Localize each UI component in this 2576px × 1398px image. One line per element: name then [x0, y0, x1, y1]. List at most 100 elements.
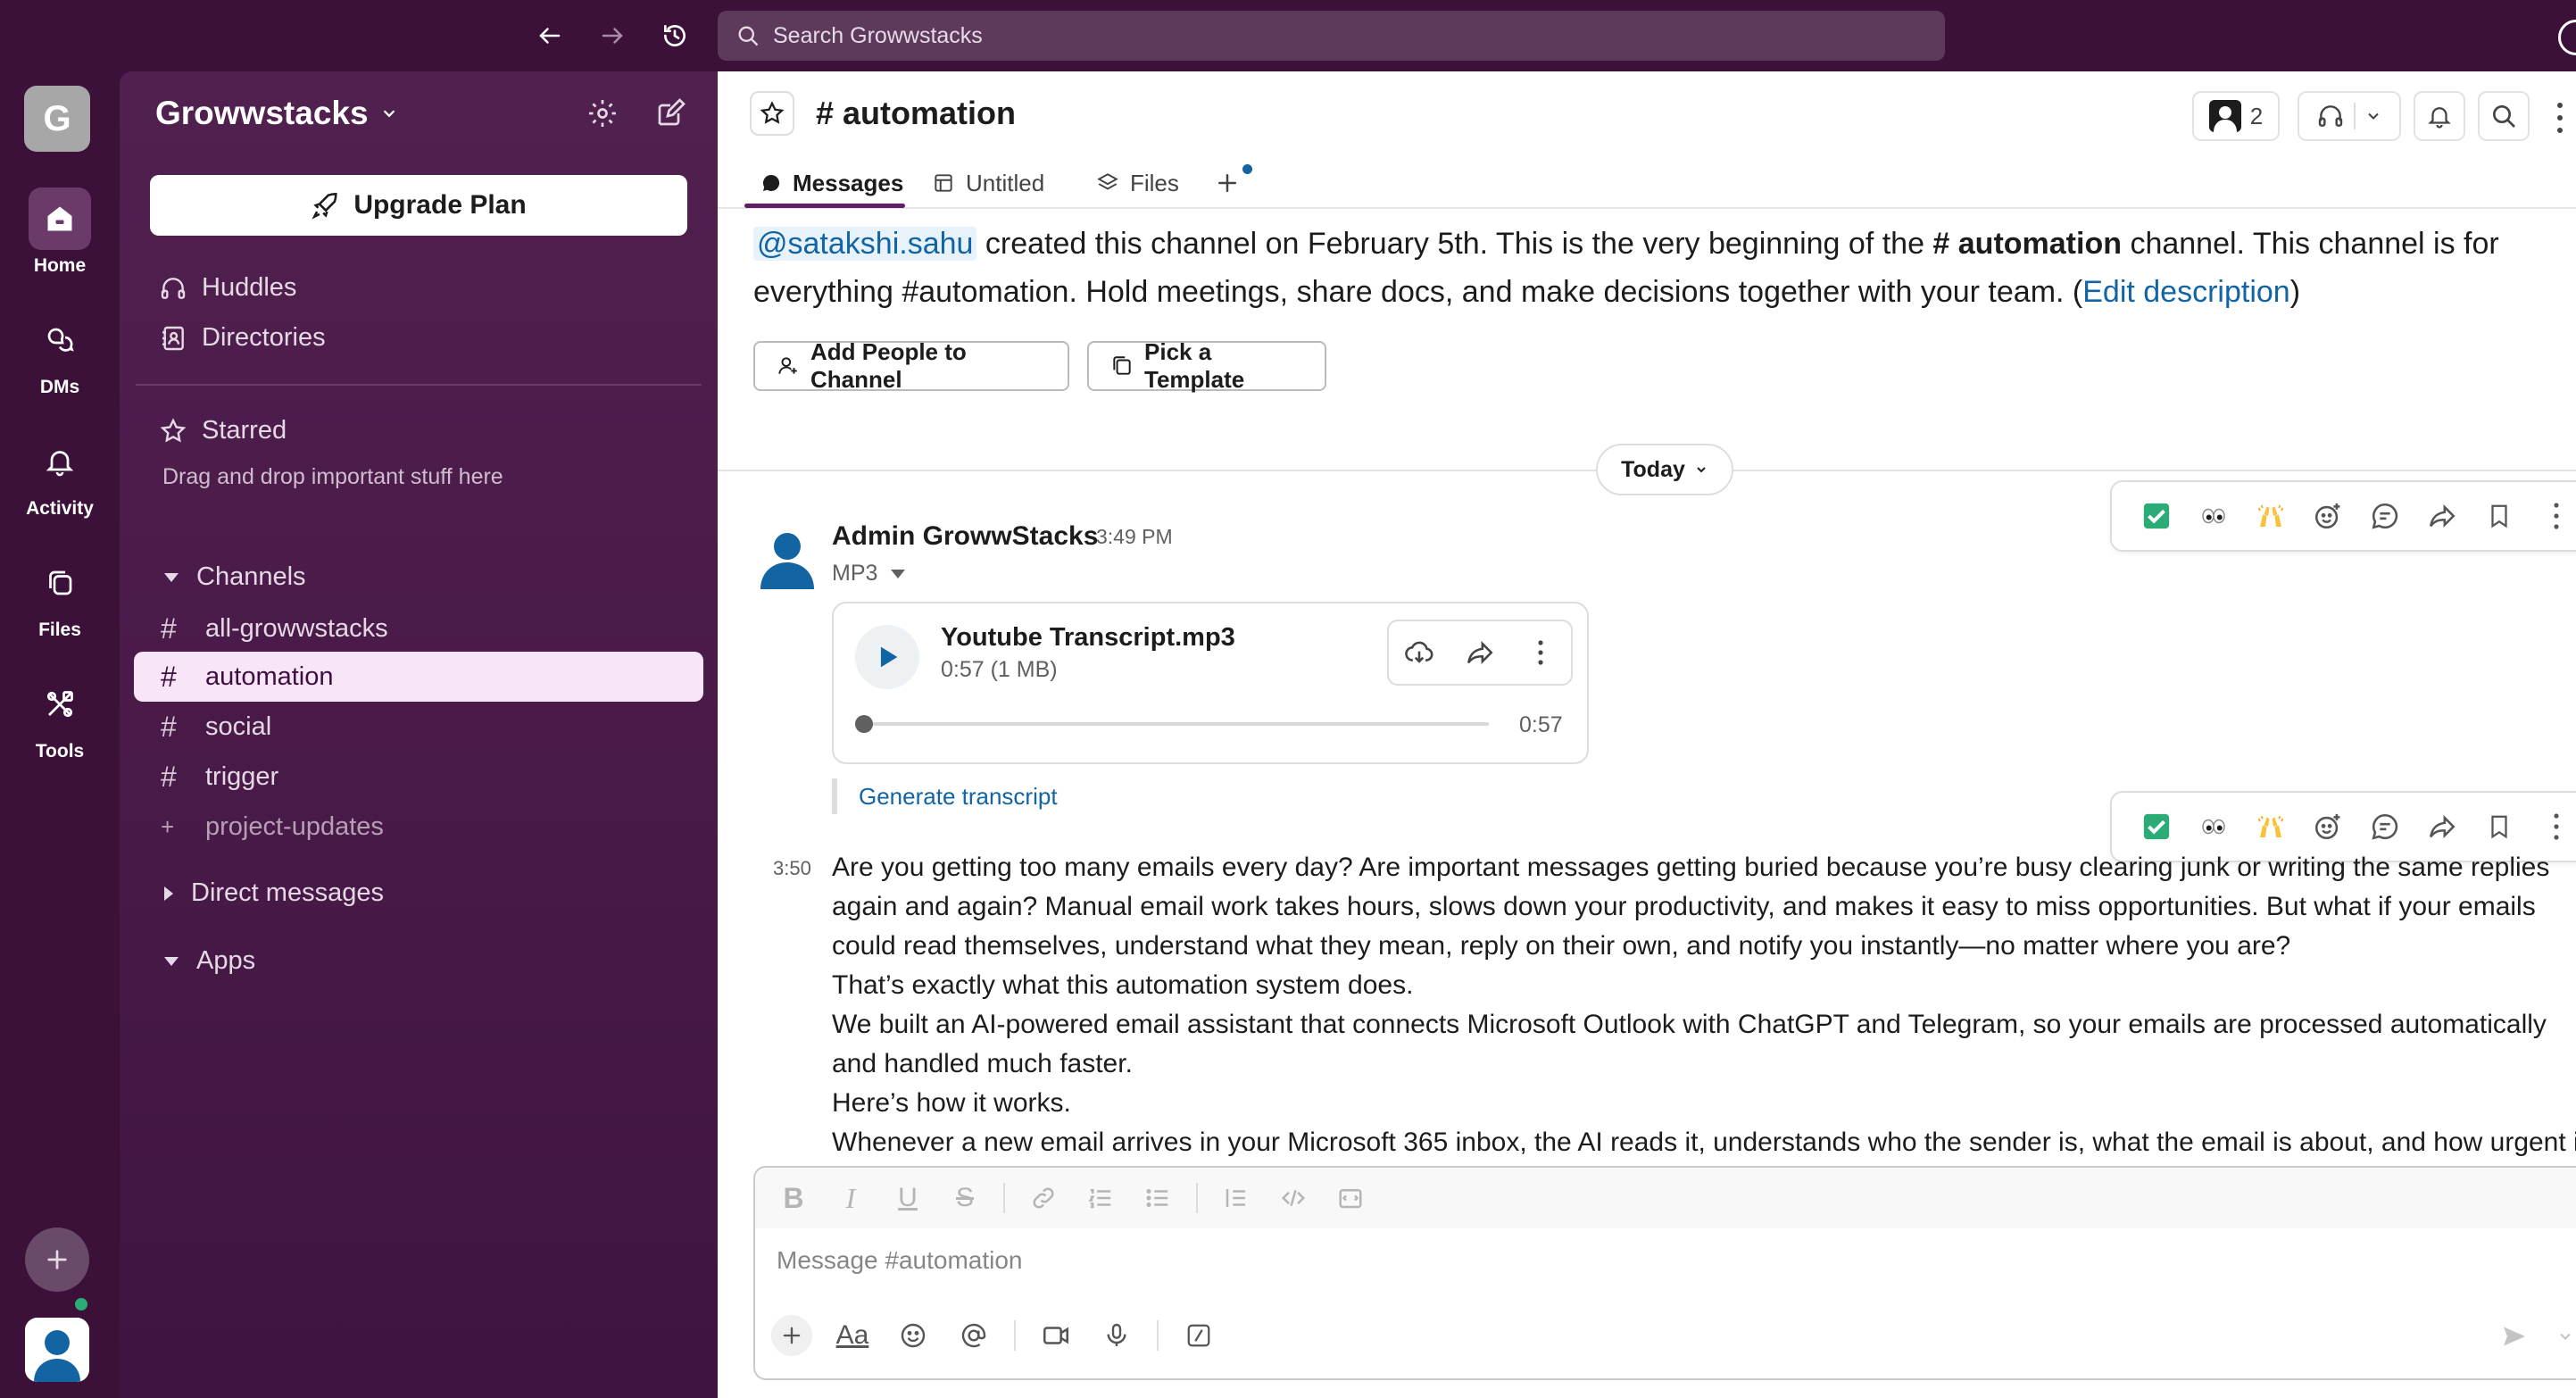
eyes-reaction-icon[interactable] [2185, 798, 2242, 855]
emoji-icon[interactable] [893, 1315, 934, 1356]
numbered-list-icon[interactable] [1082, 1179, 1119, 1217]
raised-hands-reaction-icon[interactable] [2242, 798, 2299, 855]
bulleted-list-icon[interactable] [1139, 1179, 1176, 1217]
sidebar-item-trigger[interactable]: # trigger [134, 752, 703, 802]
audio-progress-handle[interactable] [855, 715, 873, 733]
audio-progress-track[interactable] [864, 722, 1489, 726]
generate-transcript-label: Generate transcript [859, 782, 1058, 810]
history-icon[interactable] [655, 16, 694, 55]
pick-template-button[interactable]: Pick a Template [1087, 338, 1326, 393]
more-icon[interactable] [1518, 630, 1563, 675]
send-icon[interactable] [2492, 1314, 2537, 1359]
code-block-icon[interactable] [1332, 1179, 1369, 1217]
file-actions [1387, 620, 1573, 686]
new-indicator-dot [1242, 164, 1252, 174]
forward-arrow-icon[interactable] [593, 16, 632, 55]
sidebar-item-directories[interactable]: Directories [159, 323, 326, 353]
video-icon[interactable] [1035, 1315, 1076, 1356]
file-name[interactable]: Youtube Transcript.mp3 [941, 623, 1235, 653]
eyes-reaction-icon[interactable] [2185, 487, 2242, 545]
add-reaction-icon[interactable] [2299, 798, 2356, 855]
user-avatar[interactable] [25, 1318, 89, 1382]
upgrade-plan-button[interactable]: Upgrade Plan [150, 175, 687, 236]
bookmark-icon[interactable] [2471, 487, 2528, 545]
formatting-toggle-button[interactable]: Aa [832, 1315, 873, 1356]
edit-description-link[interactable]: Edit description [2082, 275, 2289, 309]
author-avatar[interactable] [755, 525, 819, 589]
add-workspace-button[interactable] [25, 1227, 89, 1292]
workspace-avatar[interactable]: G [24, 86, 90, 152]
download-icon[interactable] [1397, 630, 1442, 675]
chevron-down-icon [379, 104, 399, 123]
attachment-toggle[interactable]: MP3 [832, 561, 906, 587]
message-timestamp[interactable]: 3:49 PM [1096, 525, 1173, 549]
rail-tools[interactable]: Tools [0, 673, 120, 762]
underline-icon[interactable]: U [889, 1179, 927, 1217]
bookmark-icon[interactable] [2471, 798, 2528, 855]
channels-section-header[interactable]: Channels [164, 562, 306, 592]
help-icon[interactable] [2558, 20, 2576, 55]
link-icon[interactable] [1025, 1179, 1062, 1217]
bold-icon[interactable]: B [775, 1179, 812, 1217]
rail-files[interactable]: Files [0, 552, 120, 641]
strikethrough-icon[interactable]: S [946, 1179, 984, 1217]
members-button[interactable]: 2 [2192, 91, 2280, 141]
attach-plus-icon[interactable] [771, 1315, 812, 1356]
creator-mention[interactable]: @satakshi.sahu [753, 227, 977, 261]
message-input[interactable] [777, 1241, 2294, 1280]
raised-hands-reaction-icon[interactable] [2242, 487, 2299, 545]
blockquote-icon[interactable] [1217, 1179, 1255, 1217]
slash-command-icon[interactable] [1178, 1315, 1219, 1356]
more-options-icon[interactable] [2553, 100, 2567, 136]
generate-transcript-link[interactable]: Generate transcript [832, 778, 1058, 814]
tab-untitled[interactable]: Untitled [932, 157, 1044, 209]
message-author[interactable]: Admin GrowwStacks [832, 521, 1098, 552]
more-actions-icon[interactable] [2528, 798, 2576, 855]
italic-icon[interactable]: I [832, 1179, 869, 1217]
back-arrow-icon[interactable] [530, 16, 569, 55]
check-reaction-icon[interactable] [2128, 487, 2185, 545]
sidebar-item-huddles[interactable]: Huddles [159, 273, 296, 303]
reply-thread-icon[interactable] [2356, 487, 2414, 545]
reply-thread-icon[interactable] [2356, 798, 2414, 855]
share-icon[interactable] [1458, 630, 1502, 675]
star-channel-button[interactable] [750, 91, 794, 136]
message-timestamp[interactable]: 3:50 [773, 857, 811, 880]
rail-home-label: Home [33, 255, 87, 276]
sidebar-item-starred[interactable]: Starred [159, 416, 287, 445]
play-button[interactable] [855, 625, 919, 689]
notifications-button[interactable] [2414, 91, 2465, 141]
direct-messages-section-header[interactable]: Direct messages [164, 878, 384, 908]
sidebar-item-automation[interactable]: # automation [134, 652, 703, 702]
microphone-icon[interactable] [1096, 1315, 1137, 1356]
huddle-button[interactable] [2298, 91, 2401, 141]
compose-icon[interactable] [650, 93, 691, 134]
sidebar-item-social[interactable]: # social [134, 702, 703, 752]
forward-icon[interactable] [2414, 798, 2471, 855]
apps-section-header[interactable]: Apps [164, 946, 255, 976]
rail-dms[interactable]: DMs [0, 309, 120, 398]
check-reaction-icon[interactable] [2128, 798, 2185, 855]
add-people-button[interactable]: Add People to Channel [753, 338, 1069, 393]
tab-files[interactable]: Files [1096, 157, 1179, 209]
forward-icon[interactable] [2414, 487, 2471, 545]
day-jump-button[interactable]: Today [1596, 444, 1733, 495]
add-person-icon [777, 354, 800, 378]
add-people-label: Add People to Channel [810, 338, 967, 393]
search-bar[interactable]: Search Growwstacks [718, 11, 1945, 61]
rail-home[interactable]: Home [0, 187, 120, 277]
add-reaction-icon[interactable] [2299, 487, 2356, 545]
mention-icon[interactable] [953, 1315, 994, 1356]
workspace-name-button[interactable]: Growwstacks [155, 95, 399, 132]
tab-messages[interactable]: Messages [760, 157, 903, 209]
more-actions-icon[interactable] [2528, 487, 2576, 545]
add-tab-button[interactable] [1214, 157, 1241, 209]
channel-title[interactable]: # automation [816, 95, 1016, 132]
sidebar-item-all-growwstacks[interactable]: # all-growwstacks [134, 603, 703, 653]
code-icon[interactable] [1275, 1179, 1312, 1217]
rail-activity[interactable]: Activity [0, 430, 120, 520]
schedule-send-chevron-icon[interactable] [2547, 1314, 2576, 1359]
sidebar-item-project-updates[interactable]: + project-updates [134, 802, 703, 852]
search-channel-button[interactable] [2478, 91, 2530, 141]
gear-icon[interactable] [582, 93, 623, 134]
